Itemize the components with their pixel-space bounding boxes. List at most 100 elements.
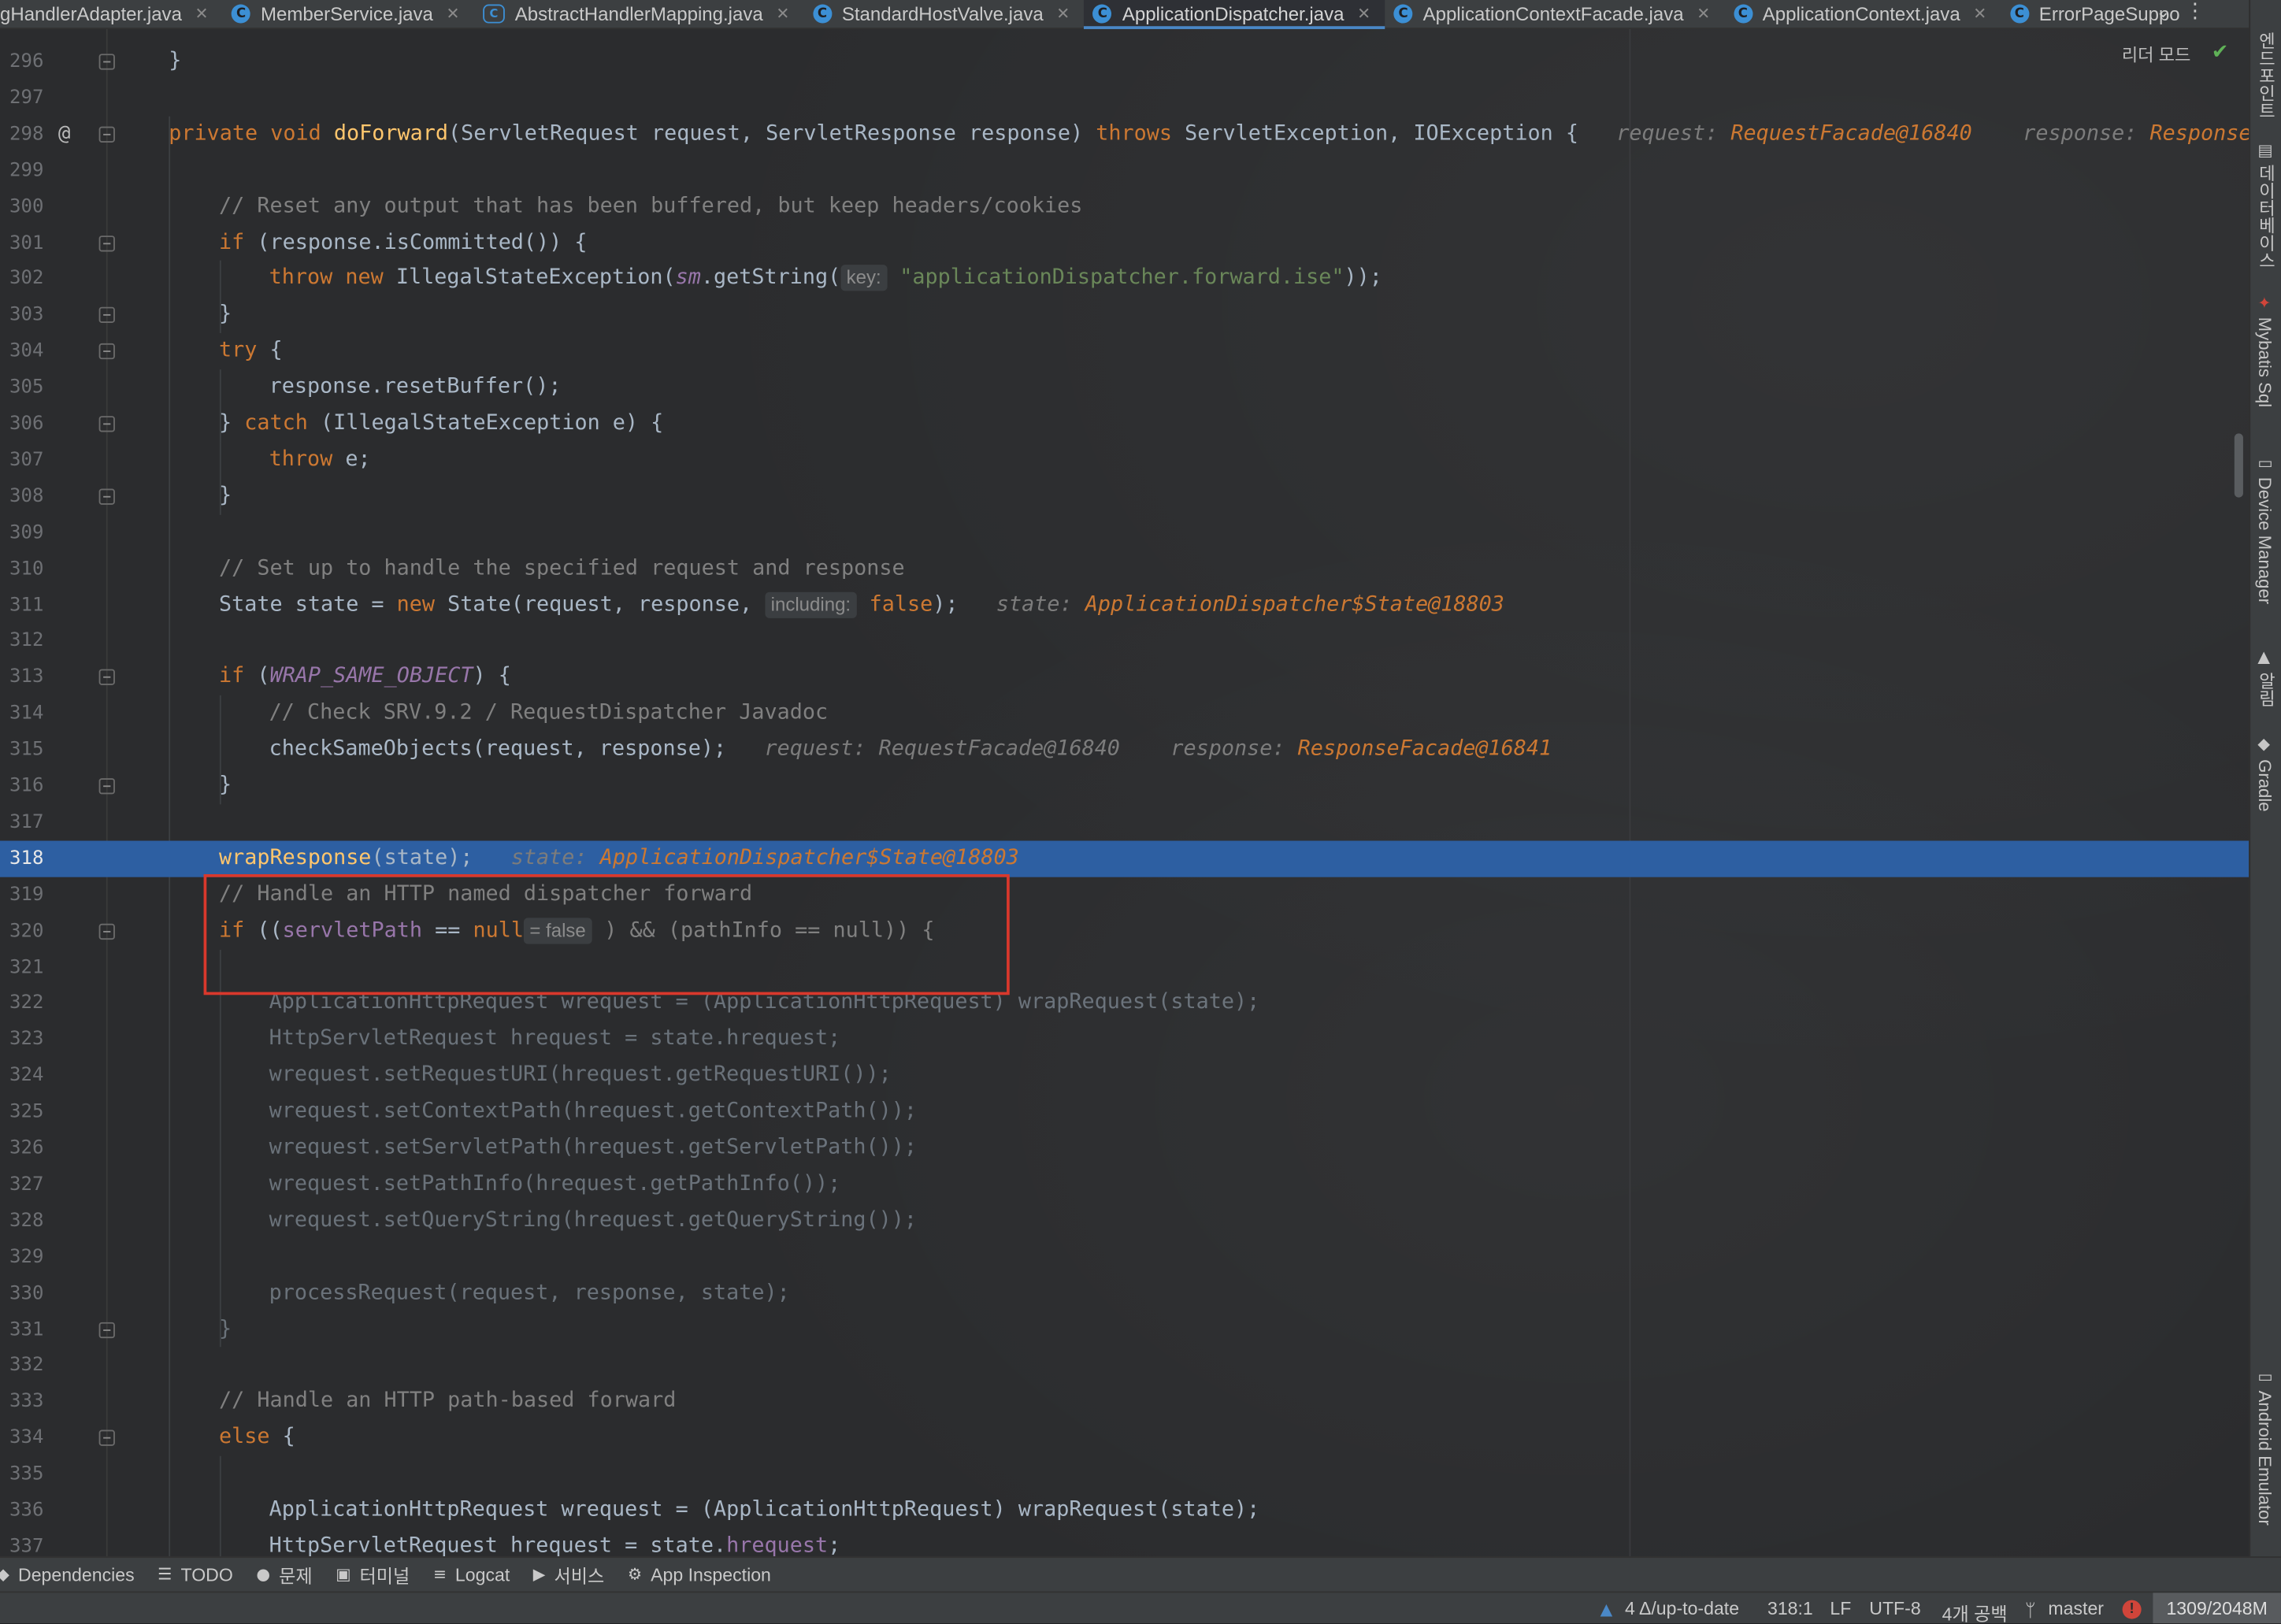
- code-line-325[interactable]: 325 wrequest.setContextPath(hrequest.getC…: [0, 1094, 2249, 1130]
- reader-mode-toggle[interactable]: 리더 모드: [2122, 43, 2191, 67]
- error-indicator-icon[interactable]: !: [2122, 1600, 2142, 1619]
- code-line-303[interactable]: 303}: [0, 297, 2249, 333]
- android-emulator-tool-button[interactable]: Android Emulator: [2255, 1391, 2275, 1526]
- fold-toggle-icon[interactable]: [98, 669, 115, 686]
- code-line-306[interactable]: 306} catch (IllegalStateException e) {: [0, 406, 2249, 442]
- code-line-332[interactable]: 332: [0, 1348, 2249, 1384]
- line-number[interactable]: 320: [0, 913, 43, 949]
- code-line-310[interactable]: 310 // Set up to handle the specified req…: [0, 551, 2249, 587]
- dependencies-tool-button[interactable]: ◆ Dependencies: [0, 1564, 135, 1585]
- line-number[interactable]: 325: [0, 1094, 43, 1130]
- line-number[interactable]: 330: [0, 1275, 43, 1311]
- line-number[interactable]: 336: [0, 1492, 43, 1529]
- code-line-316[interactable]: 316}: [0, 768, 2249, 804]
- notifications-tool-button[interactable]: 알림: [2255, 672, 2279, 706]
- line-number[interactable]: 312: [0, 623, 43, 659]
- line-number[interactable]: 333: [0, 1384, 43, 1420]
- code-line-312[interactable]: 312: [0, 623, 2249, 659]
- line-number[interactable]: 297: [0, 80, 43, 116]
- code-line-299[interactable]: 299: [0, 152, 2249, 188]
- services-tool-button[interactable]: ▶ 서비스: [533, 1561, 604, 1589]
- terminal-tool-button[interactable]: ▣ 터미널: [336, 1561, 410, 1589]
- line-number[interactable]: 307: [0, 442, 43, 478]
- line-number[interactable]: 327: [0, 1166, 43, 1203]
- code-line-335[interactable]: 335: [0, 1456, 2249, 1492]
- line-number[interactable]: 335: [0, 1456, 43, 1492]
- line-number[interactable]: 324: [0, 1058, 43, 1094]
- code-line-317[interactable]: 317: [0, 804, 2249, 840]
- code-line-305[interactable]: 305 response.resetBuffer();: [0, 369, 2249, 406]
- line-number[interactable]: 306: [0, 406, 43, 442]
- vcs-status[interactable]: 4 Δ/up-to-date: [1625, 1599, 1739, 1619]
- logcat-tool-button[interactable]: ≡ Logcat: [433, 1564, 510, 1585]
- code-line-318[interactable]: 318 wrapResponse(state); state: Applicati…: [0, 840, 2249, 877]
- line-number[interactable]: 303: [0, 297, 43, 333]
- close-tab-icon[interactable]: ✕: [1056, 5, 1070, 24]
- tab-application-context-facade[interactable]: C ApplicationContextFacade.java ✕: [1385, 0, 1725, 28]
- line-number[interactable]: 309: [0, 514, 43, 551]
- code-editor[interactable]: 296} 297 298 @ private void doForward(Servle…: [0, 28, 2249, 1557]
- close-tab-icon[interactable]: ✕: [447, 5, 460, 24]
- code-line-330[interactable]: 330 processRequest(request, response, sta…: [0, 1275, 2249, 1311]
- line-number[interactable]: 308: [0, 478, 43, 514]
- code-line-309[interactable]: 309: [0, 514, 2249, 551]
- mybatis-sql-tool-button[interactable]: Mybatis Sql: [2255, 317, 2275, 408]
- line-number[interactable]: 311: [0, 587, 43, 623]
- line-number[interactable]: 305: [0, 369, 43, 406]
- close-tab-icon[interactable]: ✕: [776, 5, 789, 24]
- fold-toggle-icon[interactable]: [98, 488, 115, 505]
- override-marker-icon[interactable]: @: [58, 116, 71, 152]
- code-line-336[interactable]: 336 ApplicationHttpRequest wrequest = (Ap…: [0, 1492, 2249, 1529]
- close-tab-icon[interactable]: ✕: [1973, 5, 1986, 24]
- line-number[interactable]: 298: [0, 116, 43, 152]
- code-line-324[interactable]: 324 wrequest.setRequestURI(hrequest.getRe…: [0, 1058, 2249, 1094]
- tab-application-dispatcher[interactable]: C ApplicationDispatcher.java ✕: [1084, 0, 1385, 30]
- fold-toggle-icon[interactable]: [98, 307, 115, 324]
- fold-toggle-icon[interactable]: [98, 416, 115, 432]
- inspection-ok-icon[interactable]: ✔: [2212, 41, 2229, 65]
- problems-tool-button[interactable]: ● 문제: [256, 1561, 312, 1589]
- code-line-331[interactable]: 331}: [0, 1311, 2249, 1348]
- app-inspection-tool-button[interactable]: ⚙ App Inspection: [628, 1564, 771, 1585]
- device-manager-tool-button[interactable]: Device Manager: [2255, 477, 2275, 604]
- fold-toggle-icon[interactable]: [98, 235, 115, 251]
- fold-toggle-icon[interactable]: [98, 54, 115, 70]
- memory-indicator[interactable]: 1309/2048M: [2153, 1592, 2281, 1624]
- code-line-298[interactable]: 298 @ private void doForward(ServletReques…: [0, 116, 2249, 152]
- line-number[interactable]: 326: [0, 1130, 43, 1166]
- code-line-302[interactable]: 302 throw new IllegalStateException(sm.ge…: [0, 261, 2249, 297]
- code-line-326[interactable]: 326 wrequest.setServletPath(hrequest.getS…: [0, 1130, 2249, 1166]
- line-number[interactable]: 329: [0, 1239, 43, 1275]
- line-separator[interactable]: LF: [1830, 1599, 1851, 1619]
- indent-setting[interactable]: 4개 공백: [1942, 1599, 2008, 1623]
- code-line-313[interactable]: 313 if (WRAP_SAME_OBJECT) {: [0, 659, 2249, 695]
- line-number[interactable]: 301: [0, 224, 43, 261]
- code-line-334[interactable]: 334 else {: [0, 1420, 2249, 1456]
- code-line-315[interactable]: 315 checkSameObjects(request, response); …: [0, 732, 2249, 768]
- line-number[interactable]: 328: [0, 1203, 43, 1239]
- endpoints-tool-button[interactable]: 엔드포인트: [2255, 32, 2279, 120]
- tab-member-service[interactable]: C MemberService.java ✕: [223, 0, 474, 28]
- code-line-327[interactable]: 327 wrequest.setPathInfo(hrequest.getPath…: [0, 1166, 2249, 1203]
- line-number[interactable]: 319: [0, 877, 43, 913]
- code-line-307[interactable]: 307 throw e;: [0, 442, 2249, 478]
- line-number[interactable]: 321: [0, 949, 43, 985]
- fold-toggle-icon[interactable]: [98, 923, 115, 940]
- caret-position[interactable]: 318:1: [1767, 1599, 1813, 1619]
- line-number[interactable]: 304: [0, 333, 43, 369]
- code-line-314[interactable]: 314 // Check SRV.9.2 / RequestDispatcher …: [0, 695, 2249, 732]
- more-menu-icon[interactable]: ⋮: [2185, 0, 2205, 24]
- code-line-329[interactable]: 329: [0, 1239, 2249, 1275]
- todo-tool-button[interactable]: ☰ TODO: [158, 1564, 233, 1585]
- code-line-296[interactable]: 296}: [0, 43, 2249, 80]
- code-line-333[interactable]: 333 // Handle an HTTP path-based forward: [0, 1384, 2249, 1420]
- code-line-308[interactable]: 308}: [0, 478, 2249, 514]
- git-branch[interactable]: master: [2048, 1599, 2104, 1619]
- line-number[interactable]: 331: [0, 1311, 43, 1348]
- line-number[interactable]: 332: [0, 1348, 43, 1384]
- line-number[interactable]: 296: [0, 43, 43, 80]
- line-number[interactable]: 317: [0, 804, 43, 840]
- line-number[interactable]: 334: [0, 1420, 43, 1456]
- line-number[interactable]: 300: [0, 188, 43, 224]
- fold-toggle-icon[interactable]: [98, 1321, 115, 1338]
